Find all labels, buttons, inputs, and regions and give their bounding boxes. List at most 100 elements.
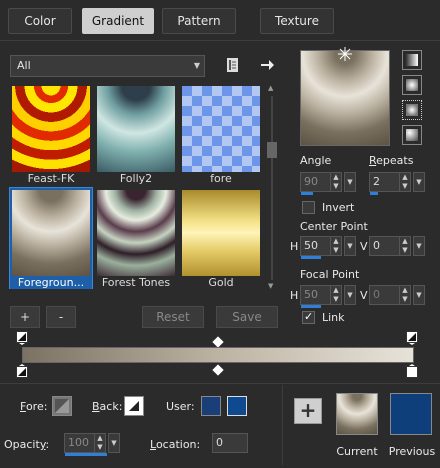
repeats-dropdown-icon[interactable]: ▼ <box>413 172 425 192</box>
chevron-down-icon: ▼ <box>193 61 200 70</box>
radial-style-icon[interactable] <box>402 125 422 145</box>
gradient-filter-dropdown[interactable]: All ▼ <box>10 55 205 77</box>
color-midpoint-marker[interactable] <box>212 336 224 348</box>
gradient-preview[interactable] <box>300 47 390 146</box>
opacity-dropdown-icon[interactable]: ▼ <box>108 433 120 453</box>
link-checkbox[interactable] <box>302 310 315 324</box>
gradient-swatch <box>97 190 175 276</box>
gradient-editor-bar[interactable] <box>22 347 414 363</box>
gradient-thumb-folly2[interactable]: Folly2 <box>95 84 177 185</box>
start-color-stop-icon[interactable] <box>16 331 28 345</box>
gradient-thumb-gold[interactable]: Gold <box>180 188 262 289</box>
focal-point-label: Focal Point <box>300 268 360 281</box>
center-v-dropdown-icon[interactable]: ▼ <box>413 236 425 256</box>
gradient-library-grid: Feast-FK Folly2 fore Foregroun... Forest… <box>9 84 262 294</box>
reset-button[interactable]: Reset <box>142 306 204 328</box>
tab-gradient[interactable]: Gradient <box>82 8 154 34</box>
gradient-thumb-fore[interactable]: fore <box>180 84 262 185</box>
rectangular-style-icon[interactable] <box>402 75 422 95</box>
book-menu-icon[interactable] <box>224 56 242 74</box>
gradient-swatch <box>182 190 260 276</box>
end-opacity-stop-icon[interactable] <box>406 364 418 378</box>
sunburst-style-icon[interactable] <box>402 100 422 120</box>
gradient-thumb-feast-fk[interactable]: Feast-FK <box>10 84 92 185</box>
center-h-dropdown-icon[interactable]: ▼ <box>344 236 356 256</box>
link-label: Link <box>322 311 345 324</box>
user-color-swatch-1[interactable] <box>201 396 221 416</box>
scroll-up-icon[interactable]: ▲ <box>268 84 273 92</box>
add-gradient-button[interactable]: + <box>10 306 40 328</box>
current-label: Current <box>336 445 378 458</box>
opacity-field[interactable]: 100 ▲ ▼ <box>64 433 107 456</box>
opacity-label: Opacity: <box>4 438 50 451</box>
add-to-swatches-button[interactable]: + <box>294 398 322 424</box>
save-button[interactable]: Save <box>216 306 278 328</box>
gradient-swatch <box>182 86 260 172</box>
focal-v-dropdown-icon[interactable]: ▼ <box>413 285 425 305</box>
thumb-label: fore <box>210 172 232 185</box>
tab-texture[interactable]: Texture <box>260 8 334 34</box>
invert-label: Invert <box>322 201 355 214</box>
end-color-stop-icon[interactable] <box>406 331 418 345</box>
center-v-field[interactable]: 0 ▲ ▼ <box>369 236 411 256</box>
repeats-slider[interactable] <box>370 192 378 195</box>
gradient-thumb-foreground[interactable]: Foregroun... <box>9 187 93 289</box>
thumb-label: Gold <box>208 276 234 289</box>
library-scrollbar[interactable]: ▲ ▼ <box>266 84 278 292</box>
repeats-field[interactable]: 2 ▲ ▼ <box>369 172 411 195</box>
gradient-swatch <box>12 190 90 276</box>
thumb-label: Forest Tones <box>101 276 171 289</box>
center-h-label: H <box>290 240 299 253</box>
focal-v-value: 0 <box>373 288 380 301</box>
remove-gradient-button[interactable]: - <box>46 306 76 328</box>
focal-h-field[interactable]: 50 ▲ ▼ <box>300 285 342 308</box>
center-point-label: Center Point <box>300 220 368 233</box>
spin-arrows-icon[interactable]: ▲ ▼ <box>94 434 105 452</box>
start-opacity-stop-icon[interactable] <box>16 364 28 378</box>
spin-arrows-icon[interactable]: ▲ ▼ <box>330 286 341 304</box>
focal-v-label: V <box>360 289 368 302</box>
location-value: 0 <box>216 436 223 449</box>
tab-pattern[interactable]: Pattern <box>162 8 236 34</box>
current-swatch[interactable] <box>336 393 378 435</box>
gradient-thumb-forest-tones[interactable]: Forest Tones <box>95 188 177 289</box>
scroll-track <box>271 96 273 280</box>
angle-field[interactable]: 90 ▲ ▼ <box>300 172 342 195</box>
focal-h-slider[interactable] <box>301 305 321 308</box>
focal-h-dropdown-icon[interactable]: ▼ <box>344 285 356 305</box>
thumb-label: Foregroun... <box>10 277 92 289</box>
spin-arrows-icon[interactable]: ▲ ▼ <box>330 173 341 191</box>
linear-style-icon[interactable] <box>402 50 422 70</box>
angle-dropdown-icon[interactable]: ▼ <box>344 172 356 192</box>
opacity-value: 100 <box>68 436 89 449</box>
location-field[interactable]: 0 <box>212 433 248 453</box>
invert-checkbox[interactable] <box>302 201 315 214</box>
scroll-thumb[interactable] <box>267 142 277 158</box>
angle-slider[interactable] <box>301 192 313 195</box>
scroll-down-icon[interactable]: ▼ <box>268 282 273 290</box>
opacity-midpoint-marker[interactable] <box>212 364 224 376</box>
focal-v-field[interactable]: 0 ▲ ▼ <box>369 285 411 305</box>
back-label: Back: <box>92 400 123 413</box>
spin-arrows-icon[interactable]: ▲ ▼ <box>399 173 410 191</box>
back-swatch[interactable] <box>124 396 144 416</box>
spin-arrows-icon[interactable]: ▲ ▼ <box>399 237 410 255</box>
focal-h-label: H <box>290 289 299 302</box>
repeats-value: 2 <box>373 175 380 188</box>
spin-arrows-icon[interactable]: ▲ ▼ <box>330 237 341 255</box>
gradient-swatch <box>97 86 175 172</box>
center-h-slider[interactable] <box>301 256 321 259</box>
previous-swatch[interactable] <box>390 393 432 435</box>
bottom-divider <box>0 383 440 384</box>
focal-h-value: 50 <box>304 288 318 301</box>
tab-color[interactable]: Color <box>8 8 72 34</box>
right-arrow-icon[interactable] <box>258 56 276 74</box>
user-color-swatch-2[interactable] <box>227 396 247 416</box>
fore-swatch[interactable] <box>52 396 72 416</box>
previous-label: Previous <box>388 445 436 458</box>
filter-value: All <box>17 59 31 72</box>
opacity-slider[interactable] <box>65 453 107 456</box>
center-h-field[interactable]: 50 ▲ ▼ <box>300 236 342 259</box>
spin-arrows-icon[interactable]: ▲ ▼ <box>399 286 410 304</box>
center-point-handle-icon[interactable] <box>338 47 352 61</box>
